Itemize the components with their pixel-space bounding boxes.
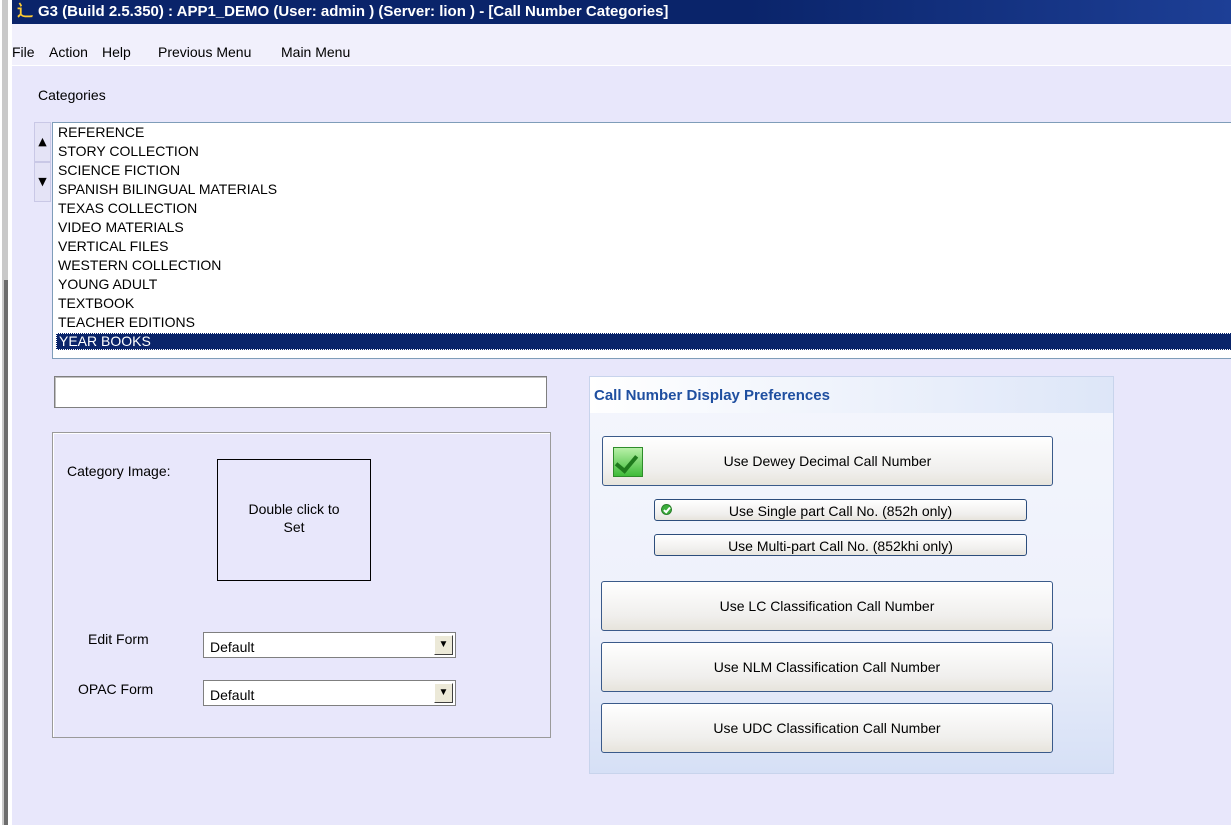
list-item[interactable]: VERTICAL FILES (56, 238, 1231, 255)
preferences-header: Call Number Display Preferences (590, 377, 1113, 413)
app-window: ⻌ G3 (Build 2.5.350) : APP1_DEMO (User: … (12, 0, 1231, 825)
multi-part-button[interactable]: Use Multi-part Call No. (852khi only) (654, 534, 1027, 556)
nlm-classification-button[interactable]: Use NLM Classification Call Number (601, 642, 1053, 692)
list-item[interactable]: YOUNG ADULT (56, 276, 1231, 293)
chevron-down-icon[interactable]: ▼ (434, 683, 453, 703)
edit-form-select[interactable]: Default ▼ (203, 632, 456, 658)
list-item[interactable]: SPANISH BILINGUAL MATERIALS (56, 181, 1231, 198)
opac-form-select[interactable]: Default ▼ (203, 680, 456, 706)
window-title: G3 (Build 2.5.350) : APP1_DEMO (User: ad… (38, 3, 669, 20)
category-image-label: Category Image: (67, 463, 171, 479)
dewey-decimal-label: Use Dewey Decimal Call Number (723, 453, 932, 469)
edit-form-value: Default (210, 639, 255, 655)
lc-classification-label: Use LC Classification Call Number (719, 598, 935, 614)
categories-list[interactable]: REFERENCE STORY COLLECTION SCIENCE FICTI… (52, 122, 1231, 359)
scroll-up-button[interactable]: ▲ (34, 122, 51, 162)
category-image-box[interactable]: Double click to Set (217, 459, 371, 581)
desktop-edge-shadow (4, 280, 8, 825)
list-item[interactable]: TEACHER EDITIONS (56, 314, 1231, 331)
menu-action[interactable]: Action (49, 44, 88, 60)
nlm-classification-label: Use NLM Classification Call Number (713, 659, 941, 675)
edit-form-label: Edit Form (88, 631, 149, 647)
category-image-placeholder: Double click to Set (248, 501, 340, 535)
menu-help[interactable]: Help (102, 44, 131, 60)
opac-form-value: Default (210, 687, 255, 703)
udc-classification-button[interactable]: Use UDC Classification Call Number (601, 703, 1053, 753)
categories-label: Categories (38, 87, 106, 103)
menu-main-menu[interactable]: Main Menu (281, 44, 350, 60)
menu-file[interactable]: File (12, 44, 35, 60)
category-name-input[interactable] (54, 376, 547, 408)
single-part-button[interactable]: Use Single part Call No. (852h only) (654, 499, 1027, 521)
desktop-edge (0, 0, 10, 825)
opac-form-label: OPAC Form (78, 681, 154, 697)
list-item[interactable]: WESTERN COLLECTION (56, 257, 1231, 274)
multi-part-label: Use Multi-part Call No. (852khi only) (728, 538, 953, 554)
scroll-up-icon: ▲ (38, 135, 47, 148)
list-item[interactable]: SCIENCE FICTION (56, 162, 1231, 179)
lc-classification-button[interactable]: Use LC Classification Call Number (601, 581, 1053, 631)
udc-classification-label: Use UDC Classification Call Number (713, 720, 941, 736)
list-item-selected[interactable]: YEAR BOOKS (56, 333, 1231, 350)
chevron-down-icon[interactable]: ▼ (434, 635, 453, 655)
list-item[interactable]: VIDEO MATERIALS (56, 219, 1231, 236)
list-item[interactable]: STORY COLLECTION (56, 143, 1231, 160)
single-part-label: Use Single part Call No. (852h only) (728, 503, 953, 519)
list-item[interactable]: TEXTBOOK (56, 295, 1231, 312)
preferences-heading: Call Number Display Preferences (594, 387, 830, 404)
list-item[interactable]: REFERENCE (56, 124, 1231, 141)
app-logo-icon: ⻌ (17, 3, 34, 20)
scroll-down-icon: ▼ (38, 175, 47, 188)
title-bar[interactable]: ⻌ G3 (Build 2.5.350) : APP1_DEMO (User: … (12, 0, 1231, 24)
scroll-down-button[interactable]: ▼ (34, 162, 51, 202)
dewey-decimal-button[interactable]: Use Dewey Decimal Call Number (602, 436, 1053, 486)
list-item[interactable]: TEXAS COLLECTION (56, 200, 1231, 217)
menu-previous-menu[interactable]: Previous Menu (158, 44, 251, 60)
menu-bar: File Action Help Previous Menu Main Menu (12, 24, 1231, 66)
